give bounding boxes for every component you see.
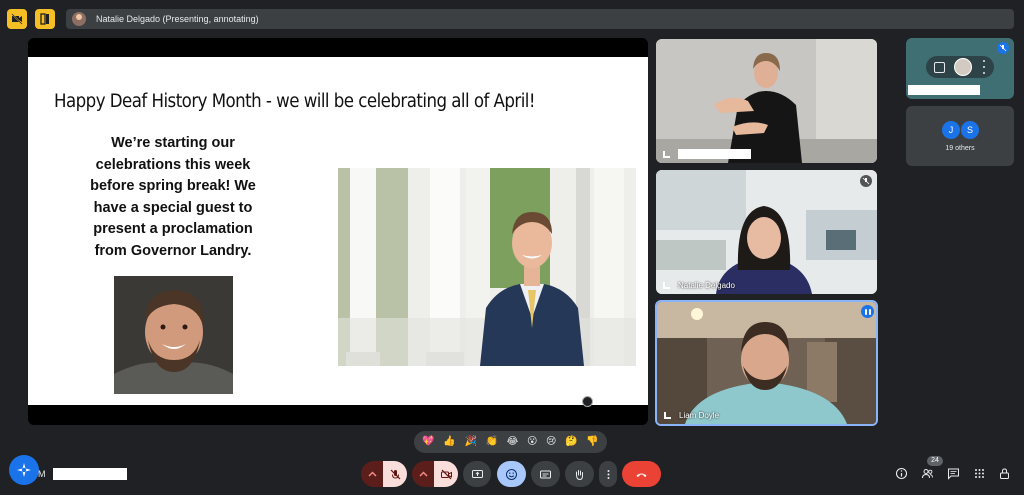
emoji-button[interactable] bbox=[497, 461, 526, 487]
reaction-clap[interactable]: 👏 bbox=[486, 437, 498, 447]
video-frame bbox=[657, 302, 876, 424]
reaction-laugh[interactable]: 😂 bbox=[507, 437, 519, 447]
participant-tile-liam[interactable]: Liam Doyle bbox=[655, 300, 878, 426]
layout-button[interactable] bbox=[35, 9, 55, 29]
chevron-up-icon bbox=[418, 470, 428, 477]
hide-video-icon bbox=[11, 13, 23, 25]
participant-count-badge: 24 bbox=[927, 456, 943, 466]
camera-button[interactable] bbox=[434, 461, 458, 487]
reaction-sad[interactable]: 😢 bbox=[546, 437, 556, 447]
annotation-icon[interactable] bbox=[582, 396, 593, 407]
reaction-heart[interactable]: 💖 bbox=[422, 437, 434, 447]
participant-tile-self[interactable] bbox=[906, 38, 1014, 99]
meeting-info-button[interactable] bbox=[894, 466, 908, 480]
reaction-surprised[interactable]: 😮 bbox=[527, 437, 537, 447]
muted-indicator bbox=[860, 175, 872, 187]
chevron-up-icon bbox=[367, 470, 377, 477]
reaction-thinking[interactable]: 🤔 bbox=[565, 437, 577, 447]
chat-icon bbox=[947, 468, 959, 480]
speaking-indicator bbox=[861, 305, 874, 318]
slide-body-line: present a proclamation bbox=[93, 221, 253, 238]
slide-title: Happy Deaf History Month - we will be ce… bbox=[54, 91, 536, 112]
user-initial: M bbox=[38, 469, 46, 479]
end-call-icon bbox=[636, 473, 647, 477]
avatar bbox=[954, 58, 972, 76]
presenter-status-text: Natalie Delgado (Presenting, annotating) bbox=[96, 14, 259, 24]
more-vert-icon bbox=[607, 469, 609, 479]
raise-hand-button[interactable] bbox=[565, 461, 594, 487]
video-off-icon bbox=[440, 469, 452, 479]
avatar bbox=[72, 12, 86, 26]
raise-hand-icon bbox=[576, 469, 583, 480]
sparkle-icon bbox=[17, 463, 31, 477]
pin-icon bbox=[663, 282, 670, 289]
presenter-bar: Natalie Delgado (Presenting, annotating) bbox=[66, 9, 1014, 29]
reactions-bar: 💖 👍 🎉 👏 😂 😮 😢 🤔 👎 bbox=[414, 431, 607, 453]
camera-options-button[interactable] bbox=[412, 461, 434, 487]
muted-indicator bbox=[997, 42, 1009, 54]
redacted-name bbox=[908, 85, 980, 95]
redacted-name bbox=[678, 149, 751, 159]
participant-name: Liam Doyle bbox=[679, 411, 720, 420]
participant-tile-interpreter[interactable] bbox=[656, 39, 877, 163]
others-count: 19 others bbox=[945, 145, 975, 152]
pin-icon bbox=[664, 412, 671, 419]
activities-button[interactable] bbox=[972, 466, 986, 480]
captions-icon bbox=[540, 470, 551, 478]
reaction-thumbs-down[interactable]: 👎 bbox=[586, 437, 598, 447]
mic-off-icon bbox=[999, 44, 1007, 52]
participant-name: Natalie Delgado bbox=[678, 281, 735, 290]
host-controls-button[interactable] bbox=[997, 466, 1011, 480]
video-frame bbox=[656, 170, 877, 294]
captions-button[interactable] bbox=[531, 461, 560, 487]
slide-body-line: have a special guest to bbox=[93, 199, 253, 216]
slide-body-line: We’re starting our bbox=[111, 135, 235, 151]
mic-options-button[interactable] bbox=[361, 461, 383, 487]
gemini-button[interactable] bbox=[9, 455, 39, 485]
reaction-party[interactable]: 🎉 bbox=[464, 437, 476, 447]
presentation-stage: Happy Deaf History Month - we will be ce… bbox=[28, 38, 648, 425]
slide-body-line: celebrations this week bbox=[95, 156, 251, 173]
microphone-button[interactable] bbox=[383, 461, 407, 487]
people-button[interactable] bbox=[920, 466, 934, 480]
mic-off-icon bbox=[390, 469, 400, 479]
emoji-icon bbox=[506, 468, 517, 480]
activities-icon bbox=[974, 468, 984, 478]
hide-self-view-button[interactable] bbox=[7, 9, 27, 29]
pin-icon bbox=[663, 151, 670, 158]
people-icon bbox=[921, 468, 933, 478]
info-icon bbox=[895, 467, 907, 479]
others-tile[interactable]: J S 19 others bbox=[906, 106, 1014, 166]
present-icon bbox=[471, 469, 483, 478]
layout-icon bbox=[40, 13, 49, 25]
redacted-meeting-name bbox=[53, 468, 127, 480]
governor-photo bbox=[338, 168, 636, 366]
avatar: J bbox=[942, 121, 960, 139]
chat-button[interactable] bbox=[946, 466, 960, 480]
frame-icon[interactable] bbox=[934, 62, 945, 73]
slide-body-line: from Governor Landry. bbox=[94, 242, 252, 259]
more-options-button[interactable] bbox=[599, 461, 617, 487]
participant-tile-natalie[interactable]: Natalie Delgado bbox=[656, 170, 877, 294]
guest-photo bbox=[114, 276, 233, 394]
avatar: S bbox=[961, 121, 979, 139]
slide-body-line: before spring break! We bbox=[90, 178, 256, 195]
host-controls-icon bbox=[999, 467, 1009, 479]
video-frame bbox=[656, 39, 877, 163]
more-options-icon[interactable] bbox=[982, 60, 986, 74]
slide: Happy Deaf History Month - we will be ce… bbox=[28, 57, 648, 405]
slide-body: We’re starting our celebrations this wee… bbox=[78, 133, 268, 263]
present-button[interactable] bbox=[463, 461, 491, 487]
mic-off-icon bbox=[862, 177, 870, 185]
leave-call-button[interactable] bbox=[622, 461, 661, 487]
reaction-thumbs-up[interactable]: 👍 bbox=[443, 437, 455, 447]
